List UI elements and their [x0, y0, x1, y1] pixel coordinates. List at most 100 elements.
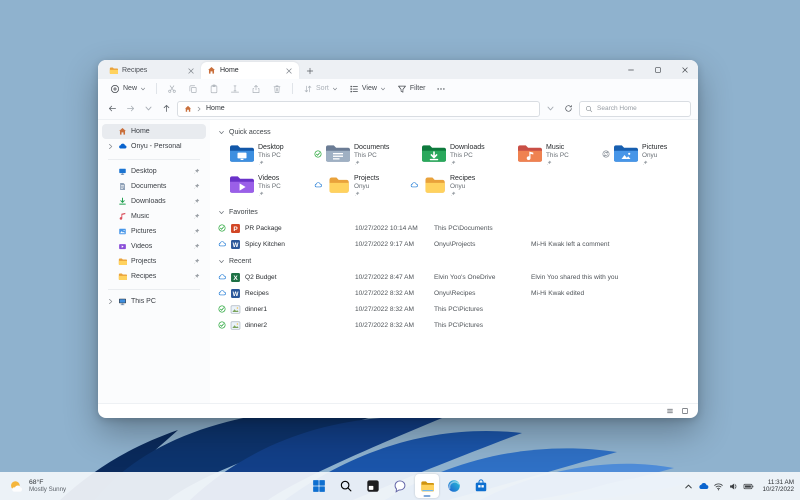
- cloud-icon: [218, 289, 230, 298]
- svg-text:P: P: [233, 225, 238, 232]
- sidebar-item-this-pc[interactable]: This PC: [102, 294, 206, 309]
- sort-button[interactable]: Sort: [298, 81, 343, 96]
- copy-button[interactable]: [183, 81, 203, 96]
- paste-button[interactable]: [204, 81, 224, 96]
- details-view-toggle[interactable]: [666, 407, 674, 415]
- tile-recipes[interactable]: Recipes Onyu: [410, 171, 506, 202]
- section-header-favorites[interactable]: Favorites: [218, 206, 690, 219]
- section-header-recent[interactable]: Recent: [218, 255, 690, 268]
- taskbar-task-view-button[interactable]: [361, 474, 385, 498]
- file-row-pr-package[interactable]: P PR Package 10/27/2022 10:14 AM This PC\Do…: [218, 220, 690, 236]
- back-button[interactable]: [105, 101, 120, 116]
- taskbar-file-explorer-button[interactable]: [415, 474, 439, 498]
- tile-projects[interactable]: Projects Onyu: [314, 171, 410, 202]
- pin-icon: [354, 191, 360, 197]
- command-bar: New Sort View Filter: [98, 79, 698, 98]
- file-row-dinner2[interactable]: dinner2 10/27/2022 8:32 AM This PC\Picture…: [218, 317, 690, 333]
- tile-name: Music: [546, 144, 565, 151]
- desktop-icon: [118, 167, 127, 176]
- new-tab-button[interactable]: [302, 63, 318, 79]
- sidebar-item-pictures[interactable]: Pictures: [102, 224, 206, 239]
- tab-home[interactable]: Home: [201, 62, 299, 79]
- file-location: This PC\Documents: [434, 224, 493, 232]
- tile-desktop[interactable]: Desktop This PC: [218, 140, 314, 171]
- cloud-icon: [314, 181, 322, 189]
- sidebar-item-home[interactable]: Home: [102, 124, 206, 139]
- close-button[interactable]: [671, 60, 698, 79]
- share-button[interactable]: [246, 81, 266, 96]
- close-icon: [681, 66, 689, 74]
- filter-button[interactable]: Filter: [392, 81, 431, 96]
- sidebar-item-label: Onyu - Personal: [131, 143, 182, 150]
- up-button[interactable]: [159, 101, 174, 116]
- file-explorer-window: Recipes Home New Sort View Filter Home S…: [98, 60, 698, 418]
- taskbar-clock[interactable]: 11:31 AM 10/27/2022: [762, 479, 794, 493]
- tile-music[interactable]: Music This PC: [506, 140, 602, 171]
- cloud-icon: [314, 174, 325, 196]
- close-tab-icon[interactable]: [187, 67, 195, 75]
- rename-button[interactable]: [225, 81, 245, 96]
- more-options-button[interactable]: [431, 81, 451, 96]
- synced-check-icon: [218, 321, 230, 330]
- sidebar-item-projects[interactable]: Projects: [102, 254, 206, 269]
- refresh-icon: [564, 104, 573, 113]
- tile-name: Recipes: [450, 175, 476, 182]
- sidebar-item-onyu-personal[interactable]: Onyu - Personal: [102, 139, 206, 154]
- tile-location: This PC: [546, 151, 569, 159]
- file-row-dinner1[interactable]: dinner1 10/27/2022 8:32 AM This PC\Picture…: [218, 301, 690, 317]
- word-icon: W: [230, 288, 245, 299]
- battery-icon[interactable]: [743, 481, 754, 492]
- maximize-button[interactable]: [644, 60, 671, 79]
- weather-widget[interactable]: 68°F Mostly Sunny: [9, 479, 66, 494]
- tile-videos[interactable]: Videos This PC: [218, 171, 314, 202]
- sidebar-item-downloads[interactable]: Downloads: [102, 194, 206, 209]
- cloud-icon: [218, 273, 230, 282]
- taskbar-start-button[interactable]: [307, 474, 331, 498]
- sidebar-item-recipes[interactable]: Recipes: [102, 269, 206, 284]
- recent-locations-button[interactable]: [141, 101, 156, 116]
- tile-pictures[interactable]: Pictures Onyu: [602, 140, 698, 171]
- status-bar: [98, 403, 698, 418]
- tile-downloads[interactable]: Downloads This PC: [410, 140, 506, 171]
- search-input[interactable]: [597, 105, 685, 112]
- more-icon: [436, 84, 446, 94]
- section-header-quick-access[interactable]: Quick access: [218, 126, 690, 139]
- desktop: { "colors": { "desktop_bg": "#8fb2ce", "…: [0, 0, 800, 500]
- taskbar-search-button[interactable]: [334, 474, 358, 498]
- refresh-button[interactable]: [561, 101, 576, 116]
- view-button[interactable]: View: [344, 81, 391, 96]
- sync-pending-icon: [602, 150, 610, 158]
- chevron-up-icon[interactable]: [683, 481, 694, 492]
- tab-recipes[interactable]: Recipes: [103, 62, 201, 79]
- onedrive-icon[interactable]: [698, 481, 709, 492]
- filter-button-label: Filter: [409, 85, 426, 92]
- taskbar-store-button[interactable]: [469, 474, 493, 498]
- minimize-button[interactable]: [617, 60, 644, 79]
- file-row-recipes[interactable]: W Recipes 10/27/2022 8:32 AM Onyu\Recipes Mi…: [218, 285, 690, 301]
- sidebar-item-desktop[interactable]: Desktop: [102, 164, 206, 179]
- taskbar-chat-button[interactable]: [388, 474, 412, 498]
- sidebar-item-documents[interactable]: Documents: [102, 179, 206, 194]
- task-view-icon: [366, 479, 380, 493]
- taskbar-edge-button[interactable]: [442, 474, 466, 498]
- sidebar-item-videos[interactable]: Videos: [102, 239, 206, 254]
- tile-location: This PC: [450, 151, 473, 159]
- sidebar-item-music[interactable]: Music: [102, 209, 206, 224]
- forward-button[interactable]: [123, 101, 138, 116]
- close-tab-icon[interactable]: [285, 67, 293, 75]
- chevron-down-icon: [332, 86, 338, 92]
- sidebar-item-label: Recipes: [131, 273, 157, 280]
- cut-button[interactable]: [162, 81, 182, 96]
- new-button[interactable]: New: [105, 81, 151, 96]
- large-icons-view-toggle[interactable]: [681, 407, 689, 415]
- wifi-icon[interactable]: [713, 481, 724, 492]
- tile-name: Desktop: [258, 144, 284, 151]
- delete-button[interactable]: [267, 81, 287, 96]
- volume-icon[interactable]: [728, 481, 739, 492]
- file-row-q2-budget[interactable]: X Q2 Budget 10/27/2022 8:47 AM Elvin Yoo's …: [218, 269, 690, 285]
- breadcrumb[interactable]: Home: [177, 100, 540, 117]
- file-row-spicy-kitchen[interactable]: W Spicy Kitchen 10/27/2022 9:17 AM Onyu\Pro…: [218, 236, 690, 252]
- address-dropdown-button[interactable]: [543, 101, 558, 116]
- pin-icon: [193, 168, 200, 175]
- tile-documents[interactable]: Documents This PC: [314, 140, 410, 171]
